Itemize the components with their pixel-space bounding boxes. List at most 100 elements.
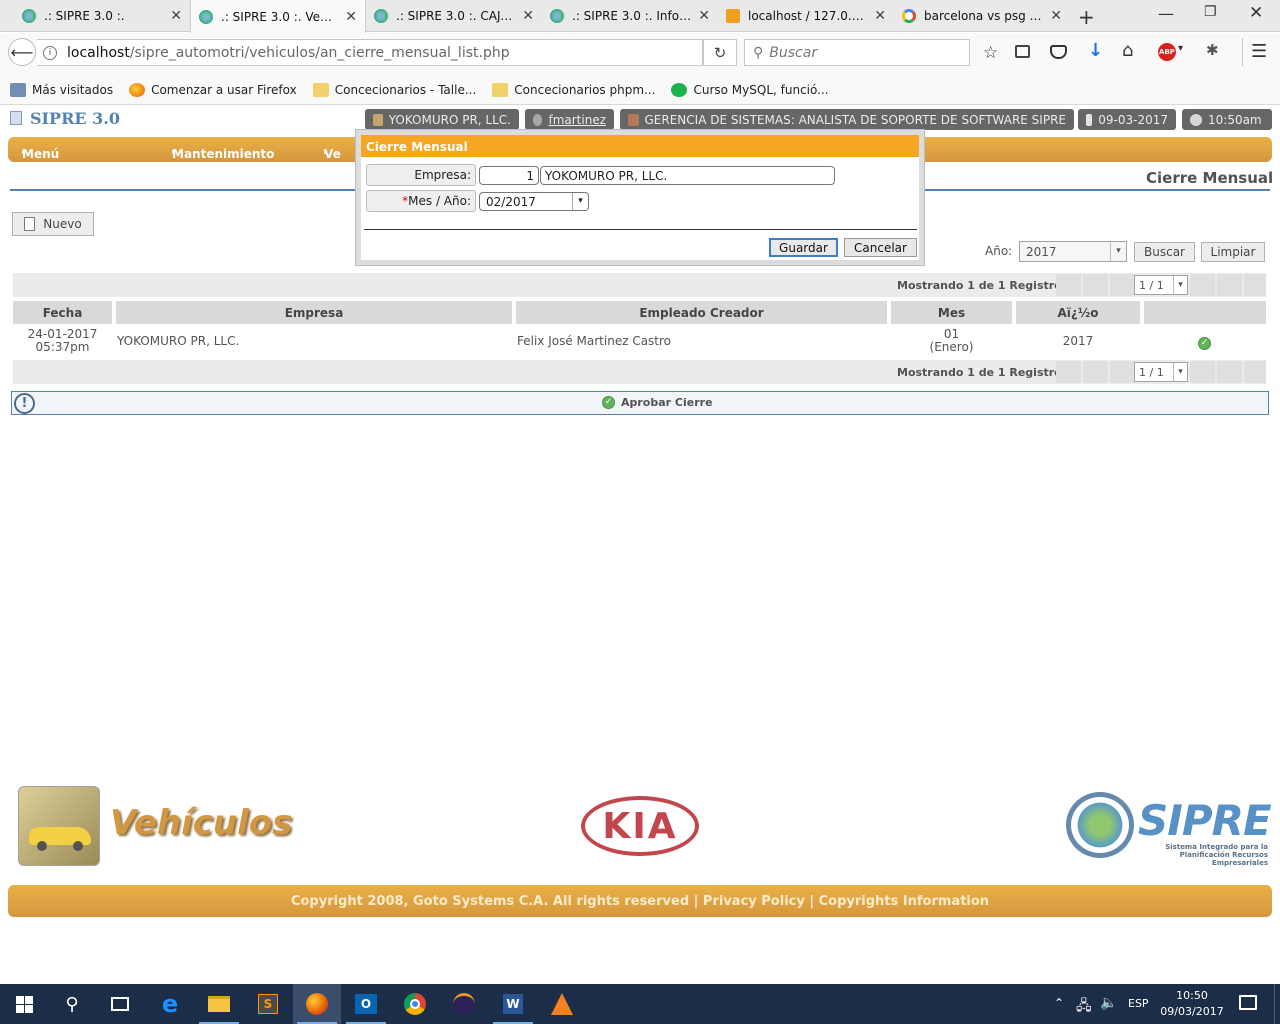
close-icon[interactable]: ✕ [874, 8, 886, 24]
browser-tab[interactable]: .: SIPRE 3.0 :. CAJA ... ✕ [366, 0, 542, 32]
empresa-label: Empresa: [366, 164, 476, 186]
bookmarks-bar: Más visitados Comenzar a usar Firefox Co… [0, 75, 1280, 105]
empresa-id-field[interactable]: 1 [479, 166, 539, 185]
site-icon [671, 82, 688, 97]
url-field[interactable]: i localhost/sipre_automotri/vehiculos/an… [37, 39, 703, 66]
windows-icon [15, 995, 33, 1013]
minimize-icon[interactable]: — [1158, 4, 1174, 23]
home-icon[interactable]: ⌂ [1122, 40, 1133, 61]
globe-icon [550, 9, 564, 23]
browser-tab[interactable]: barcelona vs psg - ... ✕ [894, 0, 1070, 32]
save-button[interactable]: Guardar [769, 238, 838, 257]
vlc-icon[interactable] [538, 984, 586, 1024]
bookmark-label: Más visitados [32, 82, 114, 97]
dialog-title: Cierre Mensual [361, 135, 919, 157]
browser-tab[interactable]: .: SIPRE 3.0 :. ✕ [14, 0, 190, 32]
notifications-icon[interactable] [1239, 995, 1257, 1010]
chrome-icon[interactable] [391, 984, 439, 1024]
toolbar-divider [1242, 38, 1243, 66]
bookmark-item[interactable]: Concecionarios - Talle... [312, 82, 476, 97]
bookmark-star-icon[interactable]: ☆ [983, 43, 998, 63]
browser-tab-active[interactable]: .: SIPRE 3.0 :. Vehícu... ✕ [190, 0, 366, 33]
tab-title: .: SIPRE 3.0 :. CAJA ... [396, 9, 517, 23]
browser-nav-bar: ⟵ i localhost/sipre_automotri/vehiculos/… [0, 33, 1280, 75]
firefox-icon [129, 82, 146, 97]
monthly-close-dialog: Cierre Mensual Empresa: 1 YOKOMURO PR, L… [355, 129, 925, 266]
extension-icon[interactable]: ✱ [1206, 41, 1219, 59]
clock-time: 10:50 [1176, 989, 1208, 1002]
windows-taskbar: ⚲ e S O W ⌃ 🖧 🔈 ESP 10:50 09/03/2017 [0, 984, 1280, 1024]
search-icon[interactable]: ⚲ [48, 984, 96, 1024]
menu-icon[interactable]: ☰ [1251, 41, 1267, 62]
adblock-icon[interactable]: ABP [1158, 43, 1176, 61]
phpmyadmin-icon [726, 9, 740, 23]
bookmark-item[interactable]: Concecionarios phpm... [492, 82, 656, 97]
browser-tab[interactable]: .: SIPRE 3.0 :. Inform... ✕ [542, 0, 718, 32]
bookmark-label: Comenzar a usar Firefox [151, 82, 297, 97]
globe-icon [22, 9, 36, 23]
reading-list-icon[interactable] [1015, 45, 1030, 58]
bookmark-item[interactable]: Curso MySQL, funció... [671, 82, 829, 97]
tab-title: .: SIPRE 3.0 :. Vehícu... [221, 9, 339, 24]
search-placeholder: Buscar [769, 44, 818, 61]
tab-title: .: SIPRE 3.0 :. Inform... [572, 9, 692, 23]
volume-icon[interactable]: 🔈 [1100, 995, 1117, 1011]
chevron-down-icon[interactable]: ▾ [1178, 43, 1183, 54]
network-icon[interactable]: 🖧 [1076, 995, 1092, 1019]
tab-title: localhost / 127.0.0.1... [748, 9, 868, 23]
back-icon[interactable]: ⟵ [8, 38, 36, 66]
download-icon[interactable]: ↓ [1088, 40, 1103, 61]
sublime-text-icon[interactable]: S [244, 984, 292, 1024]
edge-icon[interactable]: e [146, 984, 194, 1024]
browser-tab-bar: .: SIPRE 3.0 :. ✕ .: SIPRE 3.0 :. Vehícu… [0, 0, 1280, 33]
cancel-button-label: Cancelar [854, 240, 907, 255]
close-icon[interactable]: ✕ [170, 8, 182, 24]
bookmark-label: Curso MySQL, funció... [693, 82, 829, 97]
browser-tab[interactable]: localhost / 127.0.0.1... ✕ [718, 0, 894, 32]
close-icon[interactable]: ✕ [1050, 8, 1062, 24]
reload-icon[interactable]: ↻ [703, 39, 737, 66]
start-button[interactable] [0, 984, 48, 1024]
task-view-icon[interactable] [96, 984, 144, 1024]
empresa-name-field[interactable]: YOKOMURO PR, LLC. [540, 166, 835, 185]
clock-date: 09/03/2017 [1160, 1005, 1224, 1018]
window-close-icon[interactable]: ✕ [1249, 3, 1263, 23]
tab-title: .: SIPRE 3.0 :. [44, 9, 125, 23]
bookmark-label: Concecionarios phpm... [514, 82, 656, 97]
close-icon[interactable]: ✕ [698, 8, 710, 24]
mes-ano-select[interactable]: 02/2017 ▾ [479, 192, 589, 211]
globe-icon [199, 9, 213, 24]
firefox-icon[interactable] [293, 984, 341, 1024]
close-icon[interactable]: ✕ [345, 9, 357, 25]
eclipse-icon[interactable] [440, 984, 488, 1024]
url-host: localhost [67, 44, 130, 61]
url-path: /sipre_automotri/vehiculos/an_cierre_men… [129, 44, 510, 61]
language-indicator[interactable]: ESP [1128, 997, 1149, 1010]
close-icon[interactable]: ✕ [522, 8, 534, 24]
taskbar-clock[interactable]: 10:50 09/03/2017 [1160, 988, 1224, 1020]
folder-icon [492, 82, 509, 97]
outlook-icon[interactable]: O [342, 984, 390, 1024]
globe-icon [374, 9, 388, 23]
bookmark-item[interactable]: Más visitados [10, 82, 114, 97]
word-icon[interactable]: W [489, 984, 537, 1024]
google-icon [902, 9, 916, 23]
dialog-divider [364, 229, 917, 230]
info-icon[interactable]: i [43, 45, 57, 60]
restore-icon[interactable]: ❐ [1204, 4, 1217, 20]
file-explorer-icon[interactable] [195, 984, 243, 1024]
tab-title: barcelona vs psg - ... [924, 9, 1045, 23]
bookmark-item[interactable]: Comenzar a usar Firefox [129, 82, 297, 97]
mes-label: * Mes / Año: [366, 190, 476, 212]
new-tab-icon[interactable]: + [1078, 5, 1095, 29]
cancel-button[interactable]: Cancelar [844, 238, 917, 257]
search-input[interactable]: ⚲ Buscar [744, 39, 970, 66]
pocket-icon[interactable] [1050, 45, 1067, 59]
most-visited-icon [10, 82, 26, 97]
save-button-label: Guardar [779, 240, 828, 255]
search-icon: ⚲ [753, 44, 764, 61]
chevron-up-icon[interactable]: ⌃ [1054, 996, 1064, 1010]
folder-icon [312, 82, 329, 97]
show-desktop-button[interactable] [1274, 984, 1275, 1024]
mes-ano-value: 02/2017 [486, 194, 536, 209]
